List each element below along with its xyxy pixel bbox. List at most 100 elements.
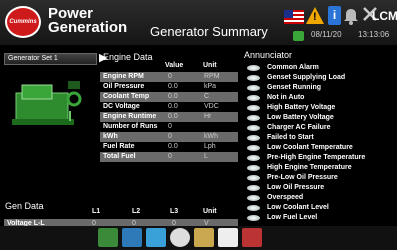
annunciator-label: Low Coolant Temperature bbox=[267, 144, 353, 151]
status-light-icon bbox=[247, 165, 260, 171]
annunciator-label: Pre-Low Oil Pressure bbox=[267, 174, 338, 181]
status-light-icon bbox=[247, 85, 260, 91]
folder-icon[interactable] bbox=[146, 228, 166, 247]
alarm-bell-icon[interactable] bbox=[343, 8, 359, 25]
engine-row-label: Engine RPM bbox=[103, 73, 144, 80]
engine-row: Engine RPM 0 RPM bbox=[100, 72, 238, 82]
map-icon[interactable] bbox=[194, 228, 214, 247]
engine-row-value: 0.0 bbox=[168, 83, 178, 90]
annunciator-label: High Engine Temperature bbox=[267, 164, 352, 171]
gen-data-title: Gen Data bbox=[5, 201, 44, 211]
status-light-icon bbox=[247, 75, 260, 81]
annunciator-label: Charger AC Failure bbox=[267, 124, 331, 131]
annunciator-item: Genset Running bbox=[247, 83, 397, 93]
engine-col-value: Value bbox=[165, 62, 184, 69]
annunciator-label: Low Oil Pressure bbox=[267, 184, 325, 191]
engine-row-unit: C bbox=[204, 93, 210, 100]
generator-image bbox=[12, 81, 82, 125]
engine-row-value: 0.0 bbox=[168, 93, 178, 100]
annunciator-item: High Battery Voltage bbox=[247, 103, 397, 113]
brand-line2: Generation bbox=[48, 19, 128, 36]
lcm-button[interactable]: LCM bbox=[372, 9, 397, 23]
annunciator-item: Low Fuel Level bbox=[247, 213, 397, 223]
engine-row-unit: Hr bbox=[204, 113, 212, 120]
annunciator-item: Common Alarm bbox=[247, 63, 397, 73]
annunciator-label: Common Alarm bbox=[267, 64, 319, 71]
annunciator-label: High Battery Voltage bbox=[267, 104, 336, 111]
annunciator-item: Overspeed bbox=[247, 193, 397, 203]
status-light-icon bbox=[247, 115, 260, 121]
warning-icon[interactable]: ! bbox=[306, 7, 324, 24]
gen-col-unit: Unit bbox=[203, 208, 217, 215]
gen-col-l3: L3 bbox=[170, 208, 179, 215]
annunciator-label: Low Fuel Level bbox=[267, 214, 318, 221]
annunciator-item: Not in Auto bbox=[247, 93, 397, 103]
engine-row-label: Coolant Temp bbox=[103, 93, 150, 100]
engine-row: Total Fuel 0 L bbox=[100, 152, 238, 162]
engine-data-title: Engine Data bbox=[103, 52, 153, 62]
engine-row-value: 0 bbox=[168, 123, 172, 130]
network-status-icon bbox=[293, 31, 304, 41]
engine-row-value: 0.0 bbox=[168, 113, 178, 120]
panel-icon[interactable] bbox=[218, 228, 238, 247]
annunciator-label: Genset Supplying Load bbox=[267, 74, 346, 81]
cummins-logo: Cummins bbox=[5, 6, 41, 38]
generator-icon[interactable] bbox=[98, 228, 118, 247]
annunciator-item: Low Coolant Level bbox=[247, 203, 397, 213]
exit-icon[interactable] bbox=[242, 228, 262, 247]
engine-row-unit: L bbox=[204, 153, 208, 160]
engine-row-value: 0.0 bbox=[168, 103, 178, 110]
engine-row-value: 0 bbox=[168, 73, 172, 80]
chart-icon[interactable] bbox=[122, 228, 142, 247]
engine-row: kWh 0 kWh bbox=[100, 132, 238, 142]
engine-row-unit: kPa bbox=[204, 83, 217, 90]
engine-row-label: Engine Runtime bbox=[103, 113, 157, 120]
engine-row-value: 0.0 bbox=[168, 143, 178, 150]
status-light-icon bbox=[247, 145, 260, 151]
time-display: 13:13:06 bbox=[358, 30, 390, 39]
date-display: 08/11/20 bbox=[311, 30, 342, 39]
gen-col-l2: L2 bbox=[132, 208, 141, 215]
language-flag-icon[interactable] bbox=[284, 10, 304, 24]
annunciator-label: Genset Running bbox=[267, 84, 322, 91]
annunciator-item: High Engine Temperature bbox=[247, 163, 397, 173]
gen-col-l1: L1 bbox=[92, 208, 101, 215]
annunciator-label: Failed to Start bbox=[267, 134, 314, 141]
annunciator-item: Failed to Start bbox=[247, 133, 397, 143]
engine-row: Number of Runs 0 bbox=[100, 122, 238, 132]
warning-mark: ! bbox=[313, 11, 317, 23]
engine-row: DC Voltage 0.0 VDC bbox=[100, 102, 238, 112]
annunciator-item: Charger AC Failure bbox=[247, 123, 397, 133]
status-light-icon bbox=[247, 215, 260, 221]
annunciator-title: Annunciator bbox=[244, 50, 293, 60]
annunciator-item: Genset Supplying Load bbox=[247, 73, 397, 83]
generator-set-select[interactable]: Generator Set 1 bbox=[4, 53, 97, 65]
status-light-icon bbox=[247, 105, 260, 111]
screen: Cummins Power Generation Generator Summa… bbox=[0, 0, 397, 250]
engine-row-unit: RPM bbox=[204, 73, 220, 80]
status-light-icon bbox=[247, 175, 260, 181]
annunciator-item: Low Coolant Temperature bbox=[247, 143, 397, 153]
page-title: Generator Summary bbox=[150, 24, 268, 39]
status-light-icon bbox=[247, 155, 260, 161]
annunciator-item: Pre-High Engine Temperature bbox=[247, 153, 397, 163]
status-light-icon bbox=[247, 125, 260, 131]
engine-row-label: Total Fuel bbox=[103, 153, 136, 160]
engine-row: Oil Pressure 0.0 kPa bbox=[100, 82, 238, 92]
header-bar: Cummins Power Generation Generator Summa… bbox=[0, 0, 397, 45]
engine-row-label: Oil Pressure bbox=[103, 83, 145, 90]
annunciator-label: Low Battery Voltage bbox=[267, 114, 334, 121]
engine-row-unit: Lph bbox=[204, 143, 216, 150]
status-light-icon bbox=[247, 205, 260, 211]
engine-row: Coolant Temp 0.0 C bbox=[100, 92, 238, 102]
status-light-icon bbox=[247, 185, 260, 191]
gauge-icon[interactable] bbox=[170, 228, 190, 247]
info-icon[interactable]: i bbox=[328, 6, 341, 25]
annunciator-label: Overspeed bbox=[267, 194, 304, 201]
annunciator-label: Pre-High Engine Temperature bbox=[267, 154, 366, 161]
engine-row-value: 0 bbox=[168, 133, 172, 140]
status-light-icon bbox=[247, 135, 260, 141]
engine-row: Fuel Rate 0.0 Lph bbox=[100, 142, 238, 152]
annunciator-item: Pre-Low Oil Pressure bbox=[247, 173, 397, 183]
engine-col-unit: Unit bbox=[203, 62, 217, 69]
